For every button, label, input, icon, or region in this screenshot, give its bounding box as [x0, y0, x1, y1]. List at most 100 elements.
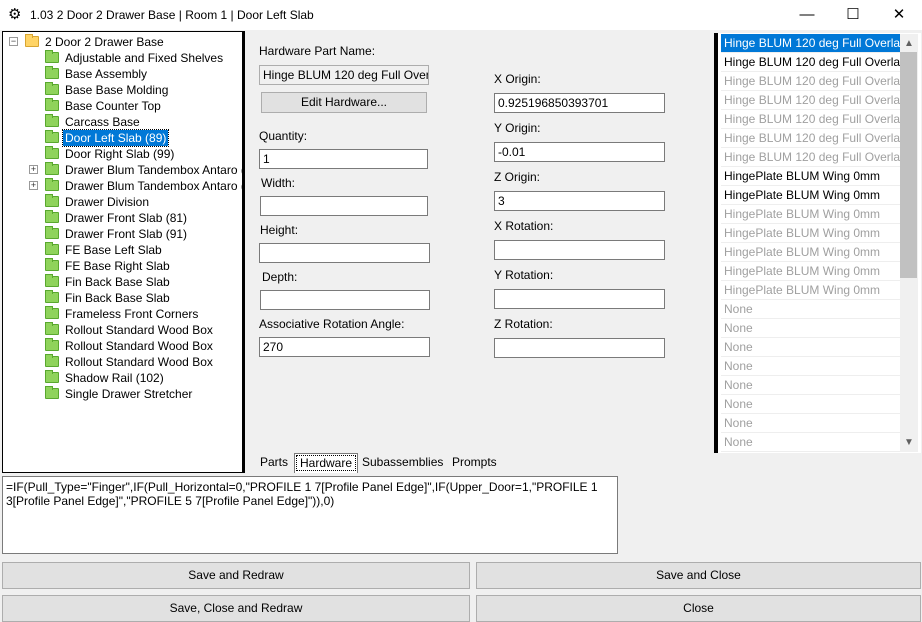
- hardware-list-item[interactable]: None: [721, 300, 903, 319]
- folder-icon: [45, 258, 59, 271]
- tree-item[interactable]: Adjustable and Fixed Shelves: [3, 50, 242, 66]
- folder-icon: [45, 162, 59, 175]
- associative-rotation-field[interactable]: 270: [259, 337, 430, 357]
- z-rotation-field[interactable]: [494, 338, 665, 358]
- hardware-list-item[interactable]: Hinge BLUM 120 deg Full Overlay: [721, 34, 906, 53]
- y-origin-field[interactable]: -0.01: [494, 142, 665, 162]
- title-bar: ⚙ 1.03 2 Door 2 Drawer Base | Room 1 | D…: [0, 0, 922, 30]
- hardware-list-item[interactable]: None: [721, 319, 903, 338]
- x-origin-field[interactable]: 0.925196850393701: [494, 93, 665, 113]
- tree-item[interactable]: FE Base Right Slab: [3, 258, 242, 274]
- tab-parts[interactable]: Parts: [255, 453, 293, 473]
- tree-item[interactable]: Frameless Front Corners: [3, 306, 242, 322]
- hardware-list-item[interactable]: None: [721, 357, 903, 376]
- tab-prompts[interactable]: Prompts: [447, 453, 502, 473]
- tree-item[interactable]: Rollout Standard Wood Box: [3, 338, 242, 354]
- hardware-list-item[interactable]: Hinge BLUM 120 deg Full Overlay: [721, 53, 906, 72]
- scrollbar-thumb[interactable]: [900, 52, 917, 278]
- tree-item-label: Shadow Rail (102): [65, 371, 164, 385]
- hardware-list-item[interactable]: HingePlate BLUM Wing 0mm: [721, 243, 903, 262]
- depth-field[interactable]: [260, 290, 430, 310]
- open-folder-icon: [25, 34, 39, 47]
- tree-item[interactable]: + Drawer Blum Tandembox Antaro (81): [3, 162, 245, 178]
- hardware-list-item[interactable]: None: [721, 338, 903, 357]
- tree-item[interactable]: Single Drawer Stretcher: [3, 386, 242, 402]
- tree-item[interactable]: Fin Back Base Slab: [3, 274, 242, 290]
- hardware-list-item[interactable]: None: [721, 433, 903, 452]
- tree-item-label: Base Base Molding: [65, 83, 169, 97]
- scroll-up-icon[interactable]: ▲: [900, 35, 918, 52]
- y-origin-label: Y Origin:: [494, 121, 541, 135]
- close-window-button[interactable]: ✕: [876, 0, 922, 30]
- scroll-down-icon[interactable]: ▼: [900, 434, 918, 451]
- hardware-list-item[interactable]: Hinge BLUM 120 deg Full Overlay: [721, 148, 906, 167]
- associative-rotation-label: Associative Rotation Angle:: [259, 317, 405, 331]
- folder-icon: [45, 306, 59, 319]
- tree-item-label: Drawer Blum Tandembox Antaro (81): [65, 163, 245, 177]
- tree-item[interactable]: + Drawer Blum Tandembox Antaro (91): [3, 178, 242, 194]
- close-button[interactable]: Close: [476, 595, 921, 622]
- hardware-list-item[interactable]: HingePlate BLUM Wing 0mm: [721, 205, 903, 224]
- hardware-list-item[interactable]: None: [721, 395, 903, 414]
- hardware-list-item[interactable]: HingePlate BLUM Wing 0mm: [721, 167, 903, 186]
- folder-icon: [45, 178, 59, 191]
- y-rotation-field[interactable]: [494, 289, 665, 309]
- save-and-close-button[interactable]: Save and Close: [476, 562, 921, 589]
- tab-hardware[interactable]: Hardware: [294, 453, 359, 473]
- z-origin-field[interactable]: 3: [494, 191, 665, 211]
- collapse-toggle[interactable]: −: [9, 37, 18, 46]
- tree-item[interactable]: Rollout Standard Wood Box: [3, 354, 242, 370]
- edit-hardware-button[interactable]: Edit Hardware...: [261, 92, 427, 113]
- x-rotation-label: X Rotation:: [494, 219, 554, 233]
- tree-item[interactable]: Drawer Front Slab (81): [3, 210, 242, 226]
- tree-item[interactable]: Door Left Slab (89): [3, 129, 242, 147]
- expand-toggle[interactable]: +: [29, 165, 38, 174]
- folder-icon: [45, 194, 59, 207]
- folder-icon: [45, 370, 59, 383]
- quantity-field[interactable]: 1: [259, 149, 428, 169]
- folder-icon: [45, 290, 59, 303]
- tree-item-label: FE Base Right Slab: [65, 259, 170, 273]
- tree-item-label: Adjustable and Fixed Shelves: [65, 51, 224, 65]
- folder-icon: [45, 146, 59, 159]
- tree-item[interactable]: Carcass Base: [3, 114, 242, 130]
- tree-item[interactable]: Drawer Division: [3, 194, 242, 210]
- hardware-list-item[interactable]: Hinge BLUM 120 deg Full Overlay: [721, 129, 906, 148]
- hardware-list-item[interactable]: Hinge BLUM 120 deg Full Overlay: [721, 110, 906, 129]
- part-name-field: Hinge BLUM 120 deg Full Overlay: [259, 65, 429, 85]
- hardware-list-item[interactable]: HingePlate BLUM Wing 0mm: [721, 224, 903, 243]
- width-field[interactable]: [260, 196, 428, 216]
- tree-item[interactable]: Drawer Front Slab (91): [3, 226, 242, 242]
- parts-tree[interactable]: − 2 Door 2 Drawer Base Adjustable and Fi…: [2, 31, 245, 473]
- formula-textbox[interactable]: =IF(Pull_Type="Finger",IF(Pull_Horizonta…: [2, 476, 618, 554]
- hardware-list-item[interactable]: Hinge BLUM 120 deg Full Overlay: [721, 91, 906, 110]
- hardware-list-item[interactable]: Hinge BLUM 120 deg Full Overlay: [721, 72, 906, 91]
- tree-item[interactable]: Base Base Molding: [3, 82, 242, 98]
- hardware-list[interactable]: Hinge BLUM 120 deg Full Overlay Hinge BLU…: [714, 33, 921, 453]
- tree-item[interactable]: Shadow Rail (102): [3, 370, 242, 386]
- hardware-list-item[interactable]: None: [721, 376, 903, 395]
- tree-item-label: Fin Back Base Slab: [65, 291, 170, 305]
- hardware-list-item[interactable]: HingePlate BLUM Wing 0mm: [721, 281, 903, 300]
- hardware-list-item[interactable]: HingePlate BLUM Wing 0mm: [721, 186, 903, 205]
- tree-item[interactable]: Base Counter Top: [3, 98, 242, 114]
- tree-item[interactable]: Door Right Slab (99): [3, 146, 242, 162]
- folder-icon: [45, 354, 59, 367]
- tab-subassemblies[interactable]: Subassemblies: [357, 453, 448, 473]
- folder-icon: [45, 114, 59, 127]
- height-field[interactable]: [259, 243, 430, 263]
- tree-item[interactable]: Fin Back Base Slab: [3, 290, 242, 306]
- tree-item[interactable]: Base Assembly: [3, 66, 242, 82]
- maximize-button[interactable]: ☐: [830, 0, 876, 30]
- save-and-redraw-button[interactable]: Save and Redraw: [2, 562, 470, 589]
- tree-root[interactable]: − 2 Door 2 Drawer Base: [3, 34, 242, 50]
- folder-icon: [45, 226, 59, 239]
- hardware-list-item[interactable]: HingePlate BLUM Wing 0mm: [721, 262, 903, 281]
- minimize-button[interactable]: —: [784, 0, 830, 30]
- save-close-redraw-button[interactable]: Save, Close and Redraw: [2, 595, 470, 622]
- tree-item[interactable]: FE Base Left Slab: [3, 242, 242, 258]
- x-rotation-field[interactable]: [494, 240, 665, 260]
- hardware-list-item[interactable]: None: [721, 414, 903, 433]
- expand-toggle[interactable]: +: [29, 181, 38, 190]
- tree-item[interactable]: Rollout Standard Wood Box: [3, 322, 242, 338]
